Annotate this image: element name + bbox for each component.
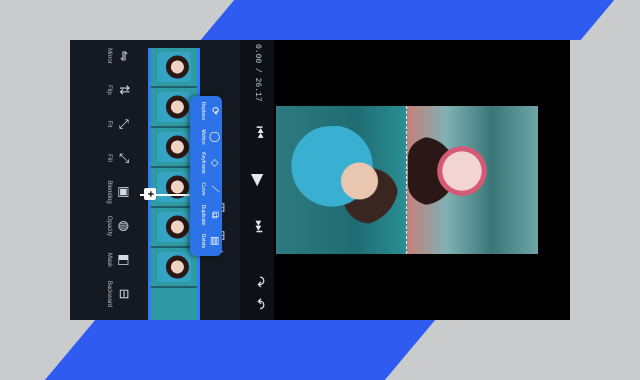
menu-label: Motion — [200, 129, 206, 145]
tool-label: Opacity — [106, 215, 112, 237]
tool-label: Mirror — [106, 48, 112, 64]
delete-icon: ▤ — [209, 236, 220, 246]
tool-blending[interactable]: ▣ Blending — [106, 176, 132, 208]
undo-icon[interactable]: ↶ — [251, 298, 268, 310]
background-top-stripe — [200, 0, 640, 40]
fit-icon: ⤡ — [117, 118, 132, 130]
bottom-toolbar: ⇋ Mirror ⇅ Flip ⤡ Fit ⤢ Fill ▣ Blending … — [70, 40, 132, 320]
tool-label: Flip — [106, 85, 112, 95]
redo-icon[interactable]: ↷ — [251, 276, 268, 288]
menu-duplicate[interactable]: ⧉ Duplicate — [200, 202, 220, 228]
tool-label: Backward — [106, 280, 112, 308]
clip-thumbnail — [157, 92, 191, 122]
time-readout: 0.00 / 26.17 — [253, 44, 262, 102]
mirror-icon: ⇋ — [117, 50, 132, 62]
background-bottom-stripe — [44, 320, 436, 380]
keyframe-icon: ◇ — [209, 159, 220, 167]
fill-icon: ⤢ — [117, 152, 132, 164]
tool-flip[interactable]: ⇅ Flip — [106, 74, 132, 106]
motion-icon: ◯ — [209, 131, 220, 143]
menu-label: Delete — [200, 233, 206, 249]
flip-icon: ⇅ — [117, 84, 132, 96]
menu-keyframe[interactable]: ◇ Keyframe — [200, 150, 220, 176]
tool-label: Fit — [106, 120, 112, 128]
tool-fit[interactable]: ⤡ Fit — [106, 108, 132, 140]
menu-curve[interactable]: ⟋ Curve — [200, 176, 220, 202]
menu-motion[interactable]: ◯ Motion — [200, 124, 220, 150]
tool-label: Mask — [106, 252, 112, 268]
duplicate-icon: ⧉ — [209, 211, 220, 219]
phone-screen: 0.00 / 26.17 ⏮ ▶ ⏭ ↷ ↶ ⊞ ⊞ ♪ ‹ — [70, 40, 570, 320]
clip-thumbnail — [157, 212, 191, 242]
person-figure-a — [408, 136, 498, 206]
video-preview[interactable] — [274, 40, 570, 320]
clip-thumbnail — [157, 172, 191, 202]
tool-label: Blending — [106, 180, 112, 204]
clip-thumbnail — [157, 252, 191, 282]
skip-forward-icon[interactable]: ⏭ — [251, 220, 268, 233]
blending-icon: ▣ — [117, 185, 132, 199]
tool-label: Fill — [106, 154, 112, 162]
tool-opacity[interactable]: ◍ Opacity — [106, 210, 132, 242]
replace-icon: ⟳ — [209, 106, 220, 116]
menu-delete[interactable]: ▤ Delete — [200, 228, 220, 254]
opacity-icon: ◍ — [117, 220, 132, 232]
clip-context-menu: ⟳ Replace ◯ Motion ◇ Keyframe ⟋ Curve ⧉ … — [190, 96, 222, 256]
person-figure-b — [288, 126, 398, 226]
skip-back-icon[interactable]: ⏮ — [251, 126, 268, 139]
clip-thumbnail — [157, 132, 191, 162]
tool-fill[interactable]: ⤢ Fill — [106, 142, 132, 174]
play-icon[interactable]: ▶ — [248, 174, 268, 186]
mask-icon: ◧ — [117, 253, 132, 267]
tool-backward[interactable]: ⊟ Backward — [106, 278, 132, 310]
menu-label: Curve — [200, 182, 206, 196]
tool-mirror[interactable]: ⇋ Mirror — [106, 40, 132, 72]
tool-mask[interactable]: ◧ Mask — [106, 244, 132, 276]
editor-screen: 0.00 / 26.17 ⏮ ▶ ⏭ ↷ ↶ ⊞ ⊞ ♪ ‹ — [70, 40, 570, 320]
playback-controls: 0.00 / 26.17 ⏮ ▶ ⏭ ↷ ↶ — [240, 40, 274, 320]
menu-label: Duplicate — [200, 204, 206, 226]
menu-label: Replace — [200, 101, 206, 121]
add-clip-button[interactable]: + — [144, 188, 156, 200]
menu-replace[interactable]: ⟳ Replace — [200, 98, 220, 124]
clip-thumbnail — [157, 52, 191, 82]
backward-icon: ⊟ — [117, 288, 132, 300]
curve-icon: ⟋ — [209, 185, 220, 193]
menu-label: Keyframe — [200, 152, 206, 174]
preview-frame — [276, 106, 538, 254]
center-guide-line — [406, 106, 407, 254]
